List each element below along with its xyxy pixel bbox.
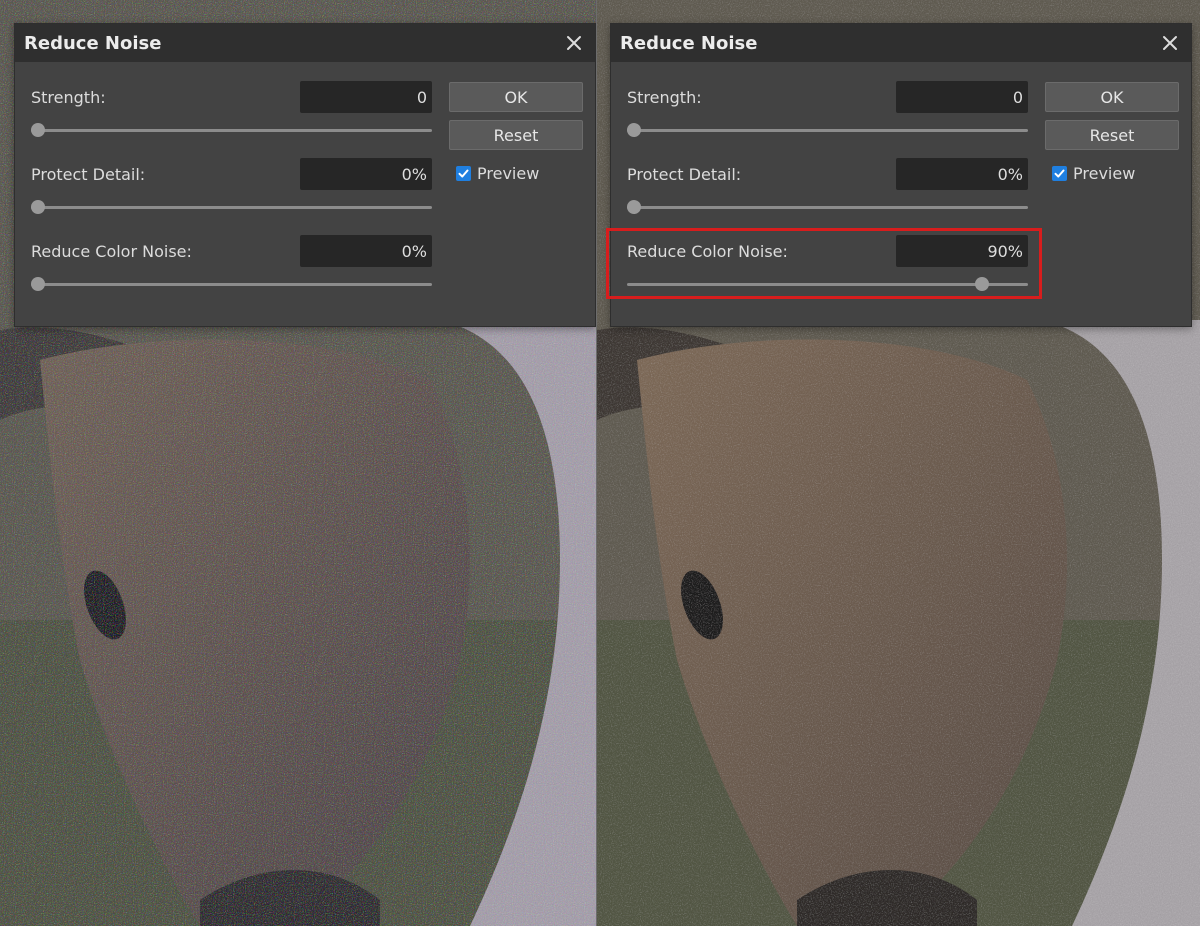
checkmark-icon	[1054, 169, 1065, 178]
close-icon	[567, 36, 581, 50]
dialog-titlebar[interactable]: Reduce Noise	[611, 24, 1191, 62]
protect-detail-label: Protect Detail:	[627, 165, 742, 184]
strength-input[interactable]: 0	[896, 81, 1028, 113]
reduce-color-noise-label: Reduce Color Noise:	[627, 242, 788, 261]
reset-button[interactable]: Reset	[449, 120, 583, 150]
ok-button[interactable]: OK	[1045, 82, 1179, 112]
reduce-noise-dialog: Reduce Noise Strength: 0 Protect Detail:…	[14, 23, 596, 327]
protect-detail-slider-handle[interactable]	[31, 200, 45, 214]
protect-detail-label: Protect Detail:	[31, 165, 146, 184]
strength-label: Strength:	[627, 88, 702, 107]
after-panel: Reduce Noise Strength: 0 Protect Detail:…	[597, 0, 1200, 926]
dialog-title: Reduce Noise	[24, 32, 162, 54]
strength-slider-handle[interactable]	[31, 123, 45, 137]
dialog-titlebar[interactable]: Reduce Noise	[15, 24, 595, 62]
strength-slider-track[interactable]	[31, 129, 432, 132]
protect-detail-slider-track[interactable]	[627, 206, 1028, 209]
reduce-color-noise-slider-handle[interactable]	[975, 277, 990, 291]
ok-button[interactable]: OK	[449, 82, 583, 112]
reduce-color-noise-slider-track[interactable]	[627, 283, 1028, 286]
reduce-color-noise-input[interactable]: 90%	[896, 235, 1028, 267]
preview-checkbox[interactable]	[1052, 166, 1067, 181]
strength-label: Strength:	[31, 88, 106, 107]
preview-label: Preview	[1073, 164, 1136, 183]
protect-detail-input[interactable]: 0%	[300, 158, 432, 190]
reduce-color-noise-slider-track[interactable]	[31, 283, 432, 286]
protect-detail-slider-track[interactable]	[31, 206, 432, 209]
protect-detail-input[interactable]: 0%	[896, 158, 1028, 190]
preview-checkbox[interactable]	[456, 166, 471, 181]
checkmark-icon	[458, 169, 469, 178]
reduce-color-noise-slider-handle[interactable]	[31, 277, 45, 291]
reduce-color-noise-label: Reduce Color Noise:	[31, 242, 192, 261]
strength-slider-track[interactable]	[627, 129, 1028, 132]
preview-label: Preview	[477, 164, 540, 183]
before-panel: Reduce Noise Strength: 0 Protect Detail:…	[0, 0, 597, 926]
strength-input[interactable]: 0	[300, 81, 432, 113]
reduce-noise-dialog: Reduce Noise Strength: 0 Protect Detail:…	[610, 23, 1192, 327]
close-button[interactable]	[562, 31, 586, 55]
protect-detail-slider-handle[interactable]	[627, 200, 641, 214]
preview-toggle[interactable]: Preview	[1052, 164, 1135, 183]
dialog-title: Reduce Noise	[620, 32, 758, 54]
close-button[interactable]	[1158, 31, 1182, 55]
reduce-color-noise-input[interactable]: 0%	[300, 235, 432, 267]
reset-button[interactable]: Reset	[1045, 120, 1179, 150]
strength-slider-handle[interactable]	[627, 123, 641, 137]
preview-toggle[interactable]: Preview	[456, 164, 539, 183]
close-icon	[1163, 36, 1177, 50]
